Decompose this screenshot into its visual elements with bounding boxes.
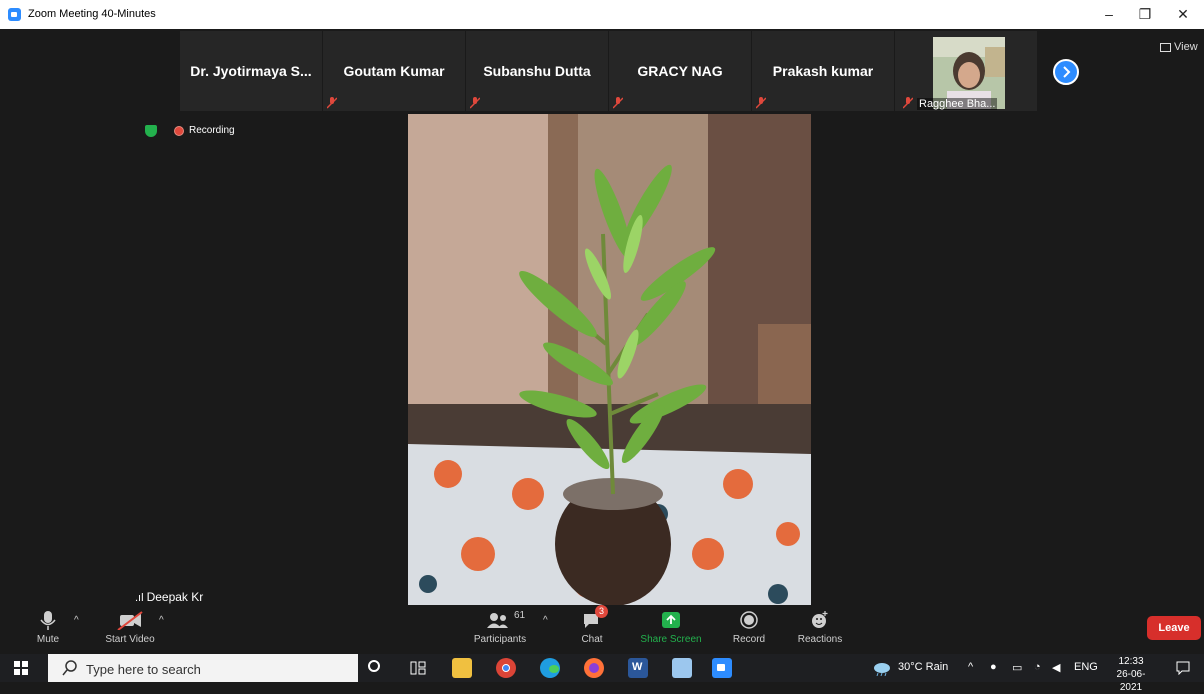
participant-tile[interactable]: Ragghee Bha...	[895, 31, 1037, 111]
wifi-icon[interactable]: ◔	[1034, 661, 1041, 673]
participant-name: Subanshu Dutta	[483, 63, 591, 79]
record-icon	[728, 610, 770, 630]
share-screen-icon	[636, 610, 706, 630]
view-button[interactable]: View	[1160, 41, 1198, 53]
notifications-icon[interactable]	[1176, 661, 1190, 678]
microphone-icon	[28, 610, 68, 630]
participant-count: 61	[514, 610, 526, 621]
input-language[interactable]: ENG	[1074, 661, 1098, 673]
network-app-icon[interactable]	[672, 658, 692, 678]
task-view-icon[interactable]	[410, 660, 426, 679]
participants-options-caret[interactable]: ^	[543, 615, 548, 626]
file-explorer-icon[interactable]	[452, 658, 472, 678]
weather-icon	[872, 660, 892, 679]
close-button[interactable]: ✕	[1168, 5, 1198, 23]
taskbar-search[interactable]: Type here to search	[48, 654, 358, 682]
participants-button[interactable]: 61 Participants	[470, 605, 530, 649]
video-options-caret[interactable]: ^	[159, 615, 164, 626]
participants-label: Participants	[473, 634, 527, 645]
chrome-icon[interactable]	[496, 658, 516, 678]
reactions-button[interactable]: Reactions	[794, 605, 846, 649]
window-titlebar: Zoom Meeting 40-Minutes – ❐ ✕	[0, 0, 1204, 29]
chat-label: Chat	[581, 634, 603, 645]
clock[interactable]: 12:33 26-06-2021	[1106, 655, 1156, 694]
speaker-name-tag: .ıl Deepak Kr	[130, 589, 209, 605]
show-hidden-icons-caret[interactable]: ^	[968, 661, 973, 673]
mute-button[interactable]: Mute	[28, 605, 68, 649]
mute-label: Mute	[36, 634, 60, 645]
security-shield-icon[interactable]	[145, 125, 157, 137]
chat-button[interactable]: 3 Chat	[572, 605, 612, 649]
edge-icon[interactable]	[540, 658, 560, 678]
zoom-taskbar-icon[interactable]	[712, 658, 732, 678]
video-off-icon	[98, 610, 162, 631]
mic-muted-icon	[613, 97, 623, 109]
zoom-logo-icon	[8, 8, 21, 21]
record-button[interactable]: Record	[728, 605, 770, 649]
start-video-button[interactable]: Start Video	[98, 605, 162, 649]
word-icon[interactable]: W	[628, 658, 648, 678]
recording-icon	[174, 126, 184, 136]
mic-muted-icon	[327, 97, 337, 109]
participant-name: Prakash kumar	[772, 63, 874, 79]
participant-tile[interactable]: GRACY NAG	[609, 31, 751, 111]
next-page-button[interactable]	[1053, 59, 1079, 85]
mic-muted-icon	[903, 97, 913, 109]
leave-button[interactable]: Leave	[1147, 616, 1201, 640]
active-speaker-video	[408, 114, 811, 605]
minimize-button[interactable]: –	[1094, 5, 1124, 23]
search-placeholder: Type here to search	[86, 662, 201, 677]
volume-icon[interactable]: ◀	[1052, 661, 1060, 674]
participant-tile[interactable]: Subanshu Dutta	[466, 31, 608, 111]
grid-view-icon	[1160, 42, 1171, 52]
restore-button[interactable]: ❐	[1130, 5, 1160, 23]
record-label: Record	[732, 634, 766, 645]
participant-name: Dr. Jyotirmaya S...	[190, 63, 312, 79]
participant-name: Goutam Kumar	[343, 63, 445, 79]
search-icon	[62, 660, 78, 679]
reactions-icon	[794, 610, 846, 630]
signal-bars-icon: .ıl	[135, 592, 144, 604]
participant-name: Ragghee Bha...	[917, 98, 998, 110]
view-label: View	[1174, 41, 1198, 53]
firefox-icon[interactable]	[584, 658, 604, 678]
windows-taskbar: Type here to search W 30°C Rain ^ ● ▭ ◔ …	[0, 654, 1204, 693]
windows-start-icon[interactable]	[14, 661, 28, 675]
participant-tile[interactable]: Prakash kumar	[752, 31, 894, 111]
meeting-toolbar: Mute ^ Start Video ^ 61 Participants ^ 3…	[0, 605, 1204, 649]
microphone-tray-icon[interactable]: ●	[990, 661, 997, 673]
clock-date: 26-06-2021	[1116, 669, 1146, 693]
participant-tile[interactable]: Dr. Jyotirmaya S...	[180, 31, 322, 111]
mic-muted-icon	[470, 97, 480, 109]
audio-options-caret[interactable]: ^	[74, 615, 79, 626]
recording-label: Recording	[189, 125, 235, 136]
share-screen-label: Share Screen	[640, 634, 702, 645]
chat-badge: 3	[595, 605, 608, 618]
weather-text[interactable]: 30°C Rain	[898, 661, 948, 673]
start-video-label: Start Video	[105, 634, 155, 645]
share-screen-button[interactable]: Share Screen	[636, 605, 706, 649]
cortana-icon[interactable]	[368, 660, 380, 672]
mic-muted-icon	[756, 97, 766, 109]
participant-tile[interactable]: Goutam Kumar	[323, 31, 465, 111]
participant-name: GRACY NAG	[637, 63, 723, 79]
window-title: Zoom Meeting 40-Minutes	[28, 8, 156, 20]
battery-icon[interactable]: ▭	[1012, 661, 1022, 674]
reactions-label: Reactions	[797, 634, 843, 645]
speaker-name: Deepak Kr	[146, 590, 204, 604]
participant-strip: Dr. Jyotirmaya S... Goutam Kumar Subansh…	[0, 29, 1204, 111]
clock-time: 12:33	[1118, 656, 1144, 667]
